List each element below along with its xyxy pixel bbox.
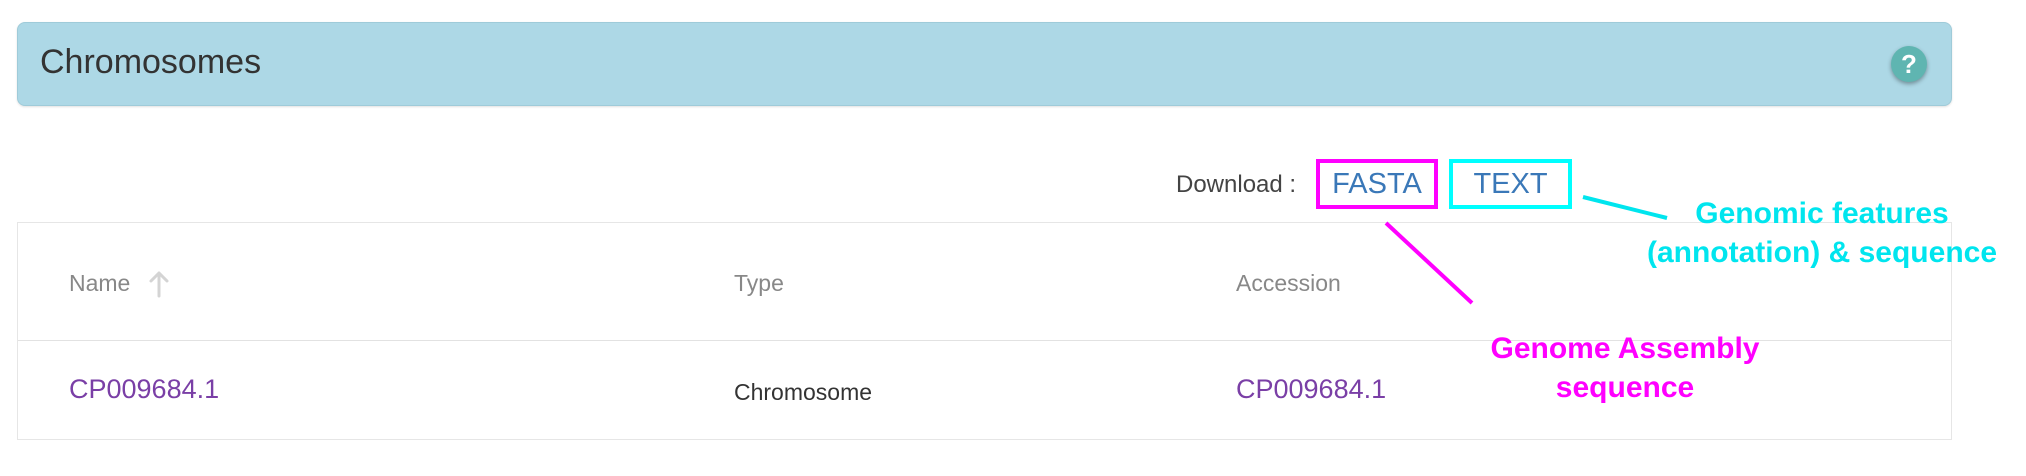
sort-ascending-icon[interactable]	[148, 269, 170, 299]
annotation-assembly-line2: sequence	[1555, 371, 1695, 404]
annotation-features-line2: (annotation) & sequence	[1646, 236, 1998, 269]
annotation-features-line1: Genomic features	[1695, 197, 1949, 230]
download-fasta-link[interactable]: FASTA	[1316, 159, 1438, 209]
help-icon[interactable]: ?	[1891, 46, 1927, 82]
chromosome-name-link[interactable]: CP009684.1	[69, 374, 219, 405]
accession-link[interactable]: CP009684.1	[1236, 374, 1386, 405]
column-header-type: Type	[734, 270, 784, 296]
download-text-link[interactable]: TEXT	[1449, 159, 1572, 209]
annotation-genome-assembly: Genome Assembly sequence	[1460, 329, 1790, 407]
column-header-name[interactable]: Name	[69, 270, 130, 297]
annotation-genomic-features: Genomic features (annotation) & sequence	[1622, 194, 2022, 272]
annotation-assembly-line1: Genome Assembly	[1490, 332, 1760, 365]
download-label: Download :	[1176, 171, 1297, 198]
panel-header: Chromosomes ?	[17, 22, 1952, 106]
chromosome-type: Chromosome	[734, 379, 873, 405]
panel-title: Chromosomes	[40, 43, 262, 81]
column-header-accession: Accession	[1236, 270, 1341, 296]
